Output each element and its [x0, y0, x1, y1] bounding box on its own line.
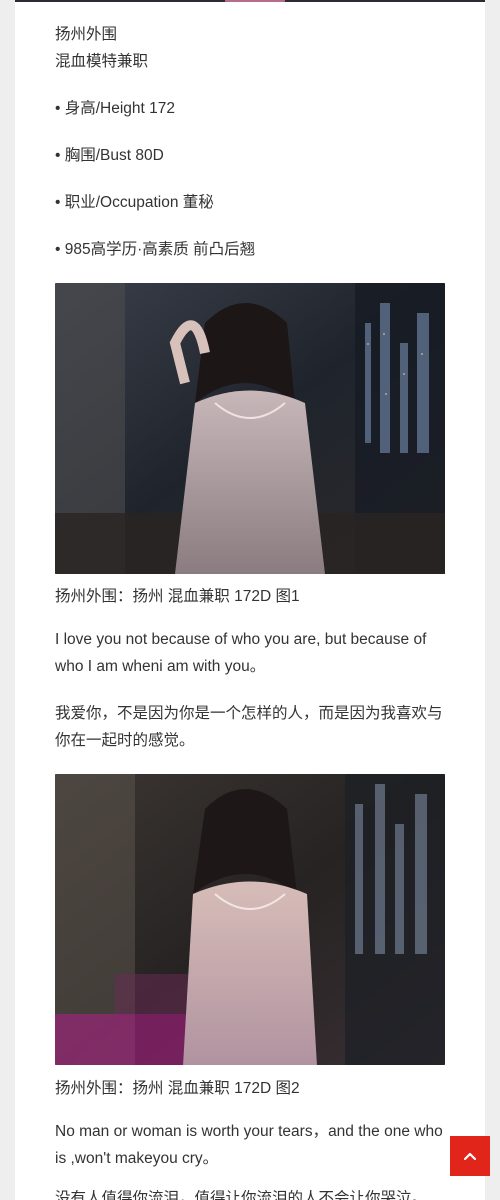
- spec-occupation: • 职业/Occupation 董秘: [55, 194, 214, 211]
- photo-woman-city-night-icon: [55, 774, 445, 1065]
- quote-2-en: No man or woman is worth your tears，and …: [55, 1123, 443, 1167]
- quote-2-zh: 没有人值得你流泪，值得让你流泪的人不会让你哭泣。: [55, 1190, 428, 1200]
- scroll-to-top-button[interactable]: [450, 1136, 490, 1176]
- photo-1[interactable]: [55, 283, 445, 574]
- photo-2-caption: 扬州外围：扬州 混血兼职 172D 图2: [55, 1080, 300, 1097]
- photo-2[interactable]: [55, 774, 445, 1065]
- chevron-up-icon: [463, 1152, 477, 1161]
- photo-woman-city-night-icon: [55, 283, 445, 574]
- title-line: 混血模特兼职: [55, 53, 149, 70]
- spec-height: • 身高/Height 172: [55, 100, 176, 117]
- header-image-accent: [225, 0, 285, 2]
- quote-1-en: I love you not because of who you are, b…: [55, 631, 427, 675]
- photo-1-caption: 扬州外围：扬州 混血兼职 172D 图1: [55, 588, 300, 605]
- article-card: 扬州外围 混血模特兼职 • 身高/Height 172 • 胸围/Bust 80…: [15, 0, 485, 1200]
- spec-traits: • 985高学历·高素质 前凸后翘: [55, 241, 256, 258]
- location-line: 扬州外围: [55, 26, 118, 43]
- spec-bust: • 胸围/Bust 80D: [55, 147, 164, 164]
- quote-1-zh: 我爱你，不是因为你是一个怎样的人，而是因为我喜欢与你在一起时的感觉。: [55, 705, 443, 749]
